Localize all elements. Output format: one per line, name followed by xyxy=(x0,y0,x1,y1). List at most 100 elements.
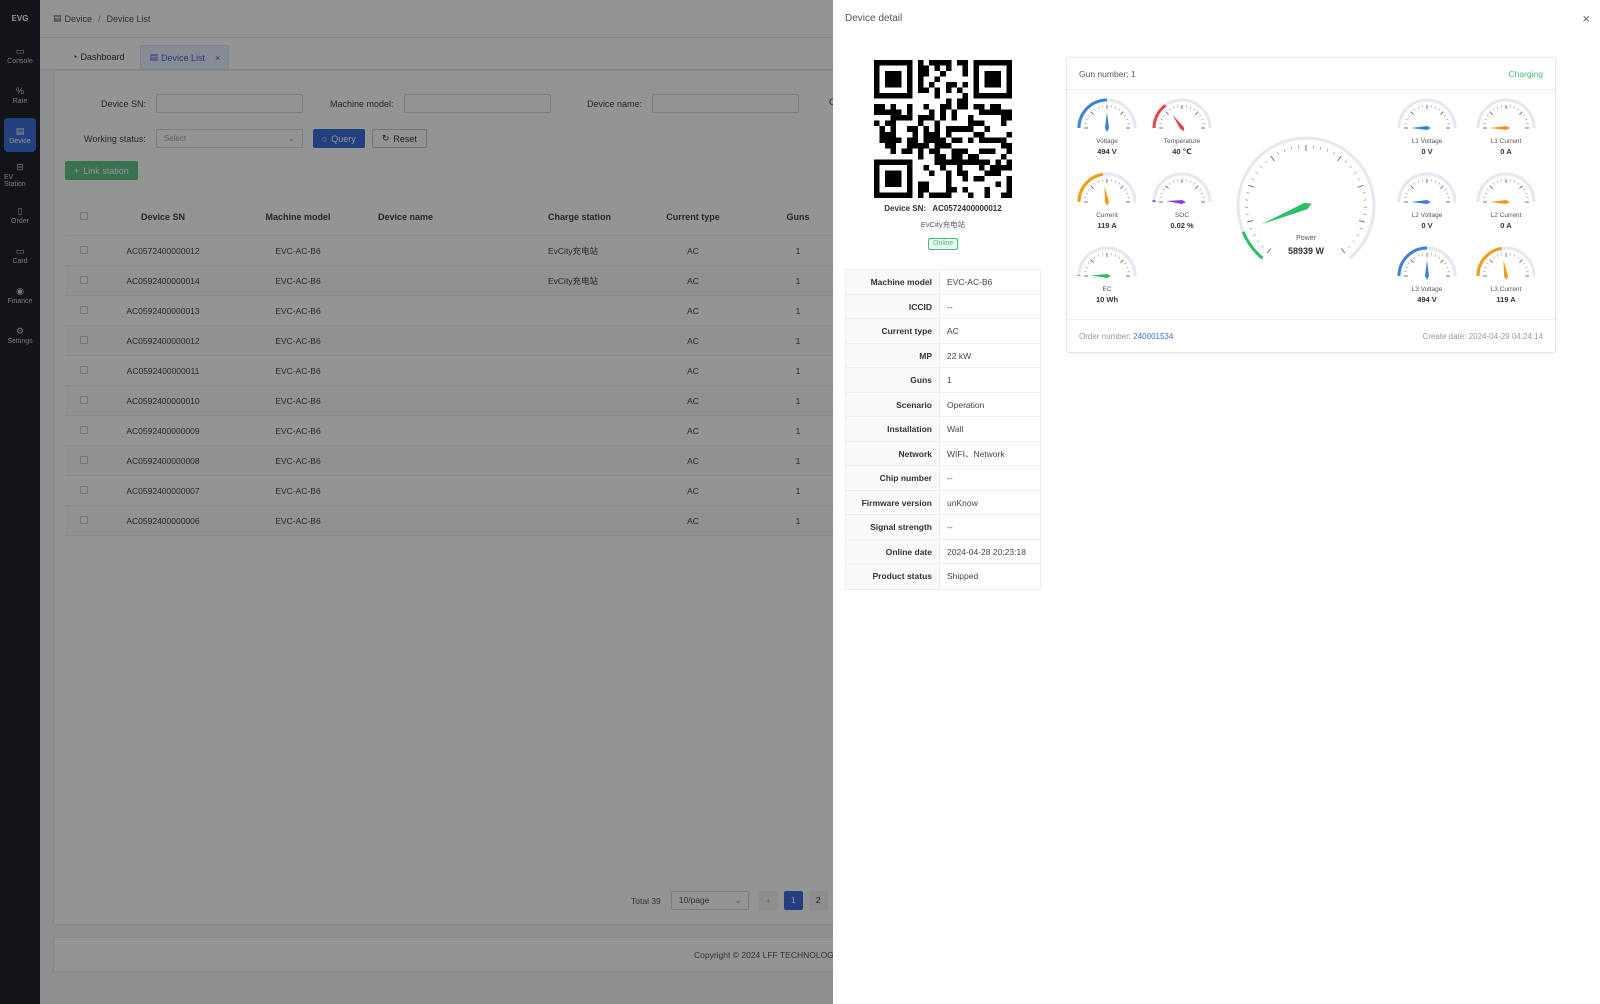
detail-label: Machine model xyxy=(846,270,939,294)
create-date-label: Create date: xyxy=(1422,332,1467,341)
detail-label: Signal strength xyxy=(846,515,939,539)
gauge-dial xyxy=(1077,172,1137,206)
l1-current-gauge: L1 Current 0 A xyxy=(1474,98,1538,168)
l1-voltage-gauge: L1 Voltage 0 V xyxy=(1395,98,1459,168)
gauge-value: 494 V xyxy=(1097,147,1117,156)
gauge-label: Power xyxy=(1296,235,1316,242)
device-sn-label: Device SN: xyxy=(884,204,927,213)
detail-value: Operation xyxy=(939,392,1040,416)
order-number: Order number: 240001534 xyxy=(1079,332,1173,341)
create-date: Create date: 2024-04-29 04:24:14 xyxy=(1422,332,1543,341)
detail-value: Shipped xyxy=(939,564,1040,589)
gauge-value: 0.02 % xyxy=(1170,221,1194,230)
detail-label: Firmware version xyxy=(846,490,939,514)
detail-label: Current type xyxy=(846,319,939,343)
gauge-label: L2 Voltage xyxy=(1411,212,1443,219)
detail-row: ICCID -- xyxy=(846,294,1040,319)
detail-label: Chip number xyxy=(846,466,939,490)
order-number-label: Order number: xyxy=(1079,332,1132,341)
qr-code xyxy=(874,60,1012,198)
gauge-label: L1 Voltage xyxy=(1411,138,1443,145)
drawer-title: Device detail xyxy=(845,13,903,24)
detail-row: Online date 2024-04-28 20:23:18 xyxy=(846,539,1040,564)
detail-row: Machine model EVC-AC-B6 xyxy=(846,270,1040,295)
gauge-value: 10 Wh xyxy=(1095,295,1119,304)
detail-value: 2024-04-28 20:23:18 xyxy=(939,539,1040,563)
gauge-value: 0 A xyxy=(1500,147,1512,156)
gauge-label: Voltage xyxy=(1096,138,1118,145)
gun-number: Gun number: 1 xyxy=(1079,69,1136,79)
l3-voltage-gauge: L3 Voltage 494 V xyxy=(1395,246,1459,316)
detail-label: Online date xyxy=(846,539,939,563)
detail-value: WIFI、Network xyxy=(939,441,1040,465)
gauge-value: 119 A xyxy=(1496,295,1516,304)
detail-row: Current type AC xyxy=(846,319,1040,344)
power-gauge: Power 58939 W xyxy=(1231,136,1381,266)
detail-row: Scenario Operation xyxy=(846,392,1040,417)
station-name: EvCity充电站 xyxy=(920,220,966,229)
gauge-value: 58939 W xyxy=(1287,246,1325,256)
order-number-link[interactable]: 240001534 xyxy=(1133,332,1173,341)
modal-overlay[interactable] xyxy=(0,0,833,1004)
detail-label: Guns xyxy=(846,368,939,392)
detail-row: Firmware version unKnow xyxy=(846,490,1040,515)
detail-row: Guns 1 xyxy=(846,368,1040,393)
detail-label: Scenario xyxy=(846,392,939,416)
gauge-dial xyxy=(1476,98,1536,130)
detail-value: 22 kW xyxy=(939,343,1040,367)
gauge-label: L2 Current xyxy=(1490,212,1522,219)
detail-label: ICCID xyxy=(846,294,939,318)
device-sn-line: Device SN: AC0572400000012 xyxy=(845,204,1041,213)
gauge-dial xyxy=(1077,246,1137,278)
gauge-label: Temperature xyxy=(1163,138,1201,145)
detail-value: EVC-AC-B6 xyxy=(939,270,1040,294)
detail-row: Product status Shipped xyxy=(846,564,1040,589)
gauge-value: 0 A xyxy=(1500,221,1512,230)
gauge-label: L3 Current xyxy=(1490,286,1522,293)
gun-status-card: Gun number: 1 Charging Voltage 494 V Temp… xyxy=(1066,57,1556,353)
gauge-dial xyxy=(1152,98,1212,132)
l2-current-gauge: L2 Current 0 A xyxy=(1474,172,1538,242)
detail-row: Signal strength -- xyxy=(846,515,1040,540)
device-sn-value: AC0572400000012 xyxy=(932,204,1002,213)
current-gauge: Current 119 A xyxy=(1075,172,1139,242)
gauge-dial xyxy=(1397,172,1457,204)
gauge-dial xyxy=(1397,246,1457,280)
gauge-dial xyxy=(1397,98,1457,130)
soc-gauge: SOC 0.02 % xyxy=(1150,172,1214,242)
gauge-dial xyxy=(1476,172,1536,204)
detail-value: 1 xyxy=(939,368,1040,392)
detail-row: Network WIFI、Network xyxy=(846,441,1040,466)
detail-value: unKnow xyxy=(939,490,1040,514)
device-details-table: Machine model EVC-AC-B6 ICCID -- Current typ… xyxy=(845,269,1041,590)
detail-row: Chip number -- xyxy=(846,466,1040,491)
close-icon[interactable]: × xyxy=(1582,11,1590,26)
gauge-label: L1 Current xyxy=(1490,138,1522,145)
status-badge: Online xyxy=(928,238,959,250)
gauge-value: 119 A xyxy=(1097,221,1117,230)
device-detail-drawer: Device detail × Device SN: AC05724000000… xyxy=(833,0,1600,1004)
gauge-label: SOC xyxy=(1174,212,1190,219)
card-header: Gun number: 1 Charging xyxy=(1067,58,1555,90)
detail-label: Installation xyxy=(846,417,939,441)
voltage-gauge: Voltage 494 V xyxy=(1075,98,1139,168)
gauge-value: 0 V xyxy=(1421,221,1433,230)
l3-current-gauge: L3 Current 119 A xyxy=(1474,246,1538,316)
create-date-value: 2024-04-29 04:24:14 xyxy=(1468,332,1543,341)
l2-voltage-gauge: L2 Voltage 0 V xyxy=(1395,172,1459,242)
gauge-dial xyxy=(1152,172,1212,204)
detail-value: Wall xyxy=(939,417,1040,441)
temperature-gauge: Temperature 40 ℃ xyxy=(1150,98,1214,168)
detail-label: Product status xyxy=(846,564,939,589)
charging-status: Charging xyxy=(1508,69,1544,79)
detail-row: MP 22 kW xyxy=(846,343,1040,368)
card-footer: Order number: 240001534 Create date: 202… xyxy=(1067,319,1555,352)
detail-label: MP xyxy=(846,343,939,367)
detail-value: -- xyxy=(939,515,1040,539)
ec-gauge: EC 10 Wh xyxy=(1075,246,1139,316)
gauge-value: 40 ℃ xyxy=(1172,147,1192,156)
gauge-value: 0 V xyxy=(1421,147,1433,156)
detail-row: Installation Wall xyxy=(846,417,1040,442)
gauge-dial xyxy=(1077,98,1137,132)
detail-value: -- xyxy=(939,294,1040,318)
